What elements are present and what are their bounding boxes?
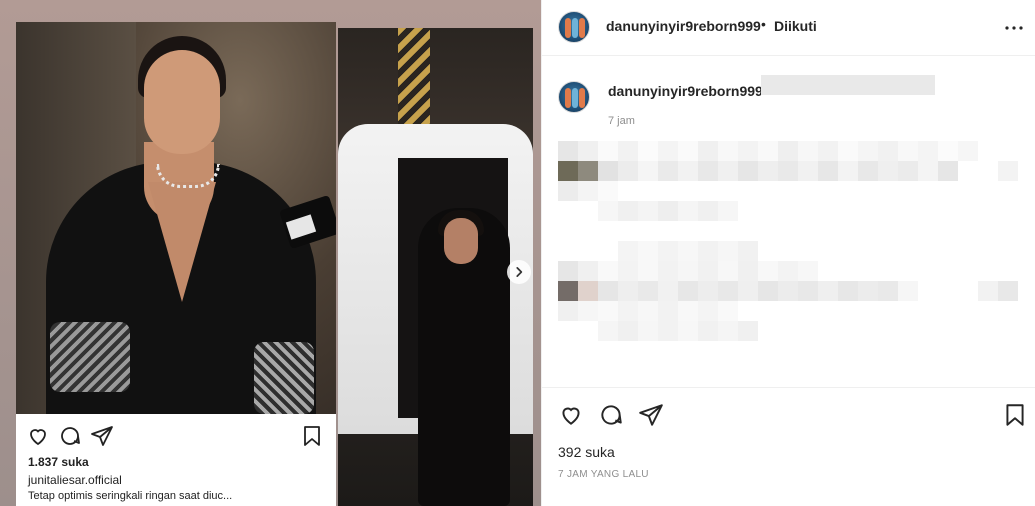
post-header: danunyinyir9reborn999 • Diikuti	[542, 0, 1035, 56]
embedded-post-likes: 1.837 suka	[28, 455, 89, 469]
heart-icon[interactable]	[558, 402, 584, 428]
blurred-caption-line	[558, 201, 738, 221]
blurred-caption-line	[558, 241, 758, 261]
blurred-caption-line	[558, 261, 818, 281]
blurred-caption-line	[558, 161, 1018, 181]
comment-icon	[61, 427, 80, 445]
follow-status-button[interactable]: Diikuti	[774, 18, 817, 34]
post-side-panel: danunyinyir9reborn999 • Diikuti danunyin…	[541, 0, 1035, 506]
separator-dot: •	[761, 16, 766, 32]
embedded-post-card: 1.837 suka junitaliesar.official Tetap o…	[16, 22, 336, 506]
share-icon	[91, 426, 113, 446]
post-media: 1.837 suka junitaliesar.official Tetap o…	[0, 0, 541, 506]
blurred-caption-text	[761, 75, 935, 95]
embedded-post-photo	[16, 22, 336, 414]
post-footer: 392 suka 7 JAM YANG LALU	[542, 387, 1035, 506]
second-photo	[338, 28, 533, 506]
instagram-post-modal: 1.837 suka junitaliesar.official Tetap o…	[0, 0, 1035, 506]
blurred-caption-line	[558, 141, 1018, 161]
post-timestamp[interactable]: 7 JAM YANG LALU	[558, 469, 649, 480]
heart-icon	[30, 429, 46, 446]
blurred-caption-line	[558, 301, 738, 321]
header-username[interactable]: danunyinyir9reborn999	[606, 18, 761, 34]
embedded-post-actions	[26, 424, 326, 450]
embedded-post-username: junitaliesar.official	[28, 473, 122, 487]
comment-avatar[interactable]	[558, 81, 590, 113]
bookmark-icon	[304, 426, 320, 446]
blurred-caption-line	[558, 181, 718, 201]
more-horizontal-icon[interactable]	[1002, 16, 1026, 40]
comments-area: danunyinyir9reborn999 7 jam	[542, 57, 1035, 387]
blurred-caption-line	[558, 321, 758, 341]
comment-time: 7 jam	[608, 115, 635, 127]
comment-username[interactable]: danunyinyir9reborn999	[608, 83, 763, 99]
chevron-right-icon	[516, 267, 523, 277]
avatar[interactable]	[558, 11, 590, 43]
share-icon[interactable]	[638, 402, 664, 428]
embedded-post-caption: Tetap optimis seringkali ringan saat diu…	[28, 490, 233, 502]
blurred-caption-line	[558, 281, 1018, 301]
next-slide-button[interactable]	[507, 260, 531, 284]
comment-icon[interactable]	[598, 402, 624, 428]
likes-count[interactable]: 392 suka	[558, 444, 615, 460]
bookmark-icon[interactable]	[1002, 402, 1028, 428]
